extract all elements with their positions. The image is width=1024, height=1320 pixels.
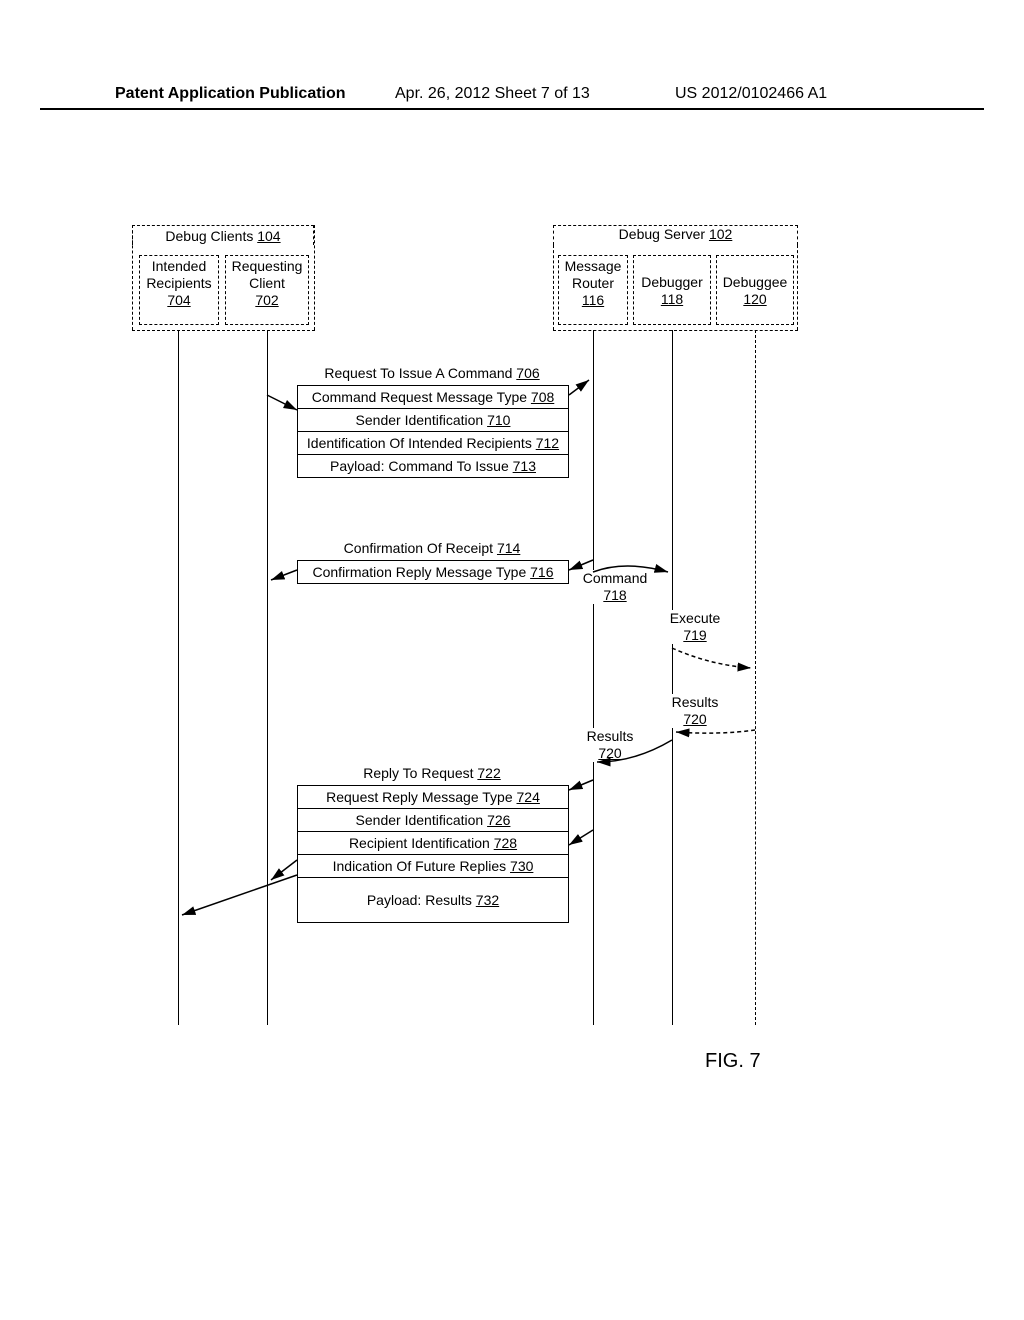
arrows-overlay [0,0,1024,1320]
figure-label: FIG. 7 [705,1050,761,1073]
